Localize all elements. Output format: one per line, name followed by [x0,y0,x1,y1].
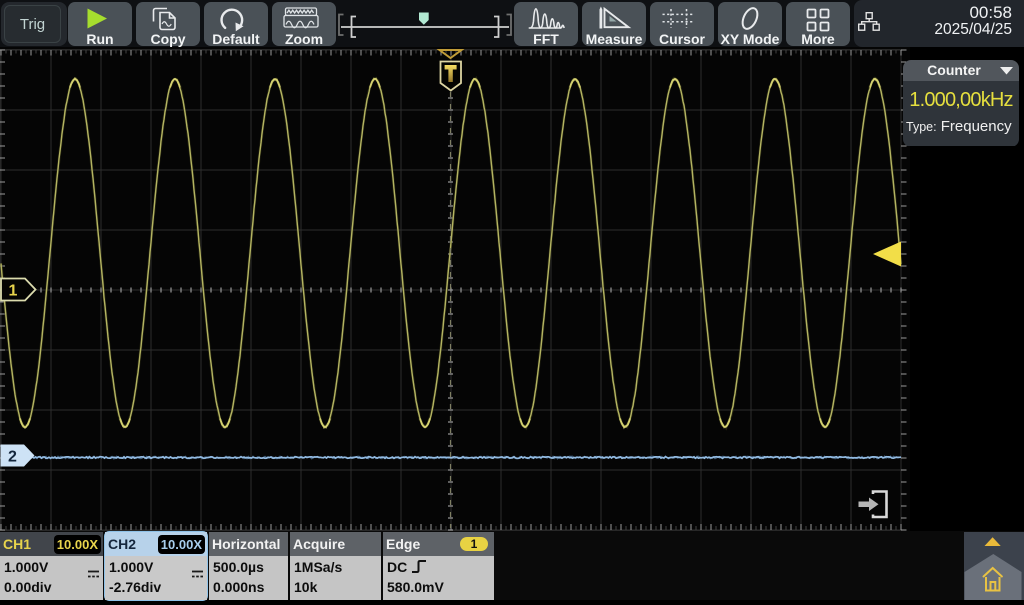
svg-text:1: 1 [9,283,18,300]
svg-text:2: 2 [8,449,17,466]
